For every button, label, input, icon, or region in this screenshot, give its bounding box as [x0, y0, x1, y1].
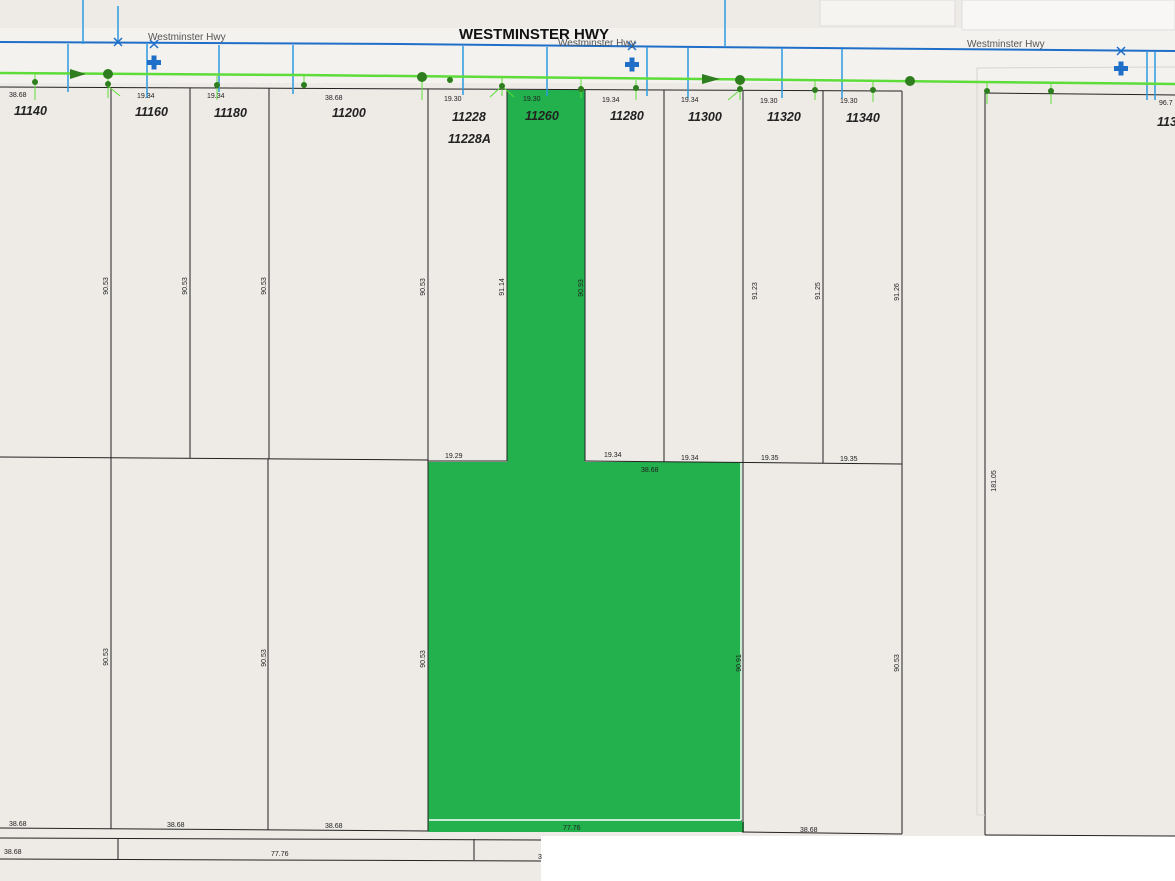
manhole-icon: [905, 76, 915, 86]
manhole-icon: [735, 75, 745, 85]
dimension-label: 38.68: [325, 95, 343, 102]
dimension-label: 19.30: [444, 96, 462, 103]
dimension-label: 38.68: [4, 849, 22, 856]
parcel-map[interactable]: WESTMINSTER HWY Westminster Hwy Westmins…: [0, 0, 1175, 881]
address-label: 11160: [135, 105, 168, 119]
address-label: 11200: [332, 106, 366, 120]
dimension-label: 19.34: [602, 97, 620, 104]
dimension-label: 3: [538, 854, 542, 861]
dimension-label: 19.30: [760, 98, 778, 105]
dimension-label: 77.76: [271, 851, 289, 858]
dimension-label: 90.53: [420, 650, 427, 668]
dimension-label: 91.14: [499, 278, 506, 296]
address-label: 11260: [525, 109, 559, 123]
dimension-label: 19.34: [604, 452, 622, 459]
dimension-label: 90.53: [261, 649, 268, 667]
dimension-label: 91.26: [894, 283, 901, 301]
dimension-label: 90.91: [736, 654, 743, 672]
dimension-label: 19.35: [840, 456, 858, 463]
dimension-label: 96.7: [1159, 100, 1173, 107]
dimension-label: 90.53: [103, 277, 110, 295]
dimension-label: 38.68: [9, 821, 27, 828]
dimension-label: 19.34: [207, 93, 225, 100]
address-label: 11340: [846, 111, 880, 125]
road-label-mid: Westminster Hwy: [558, 38, 636, 49]
dimension-label: 90.53: [103, 648, 110, 666]
address-label: 11140: [14, 104, 47, 118]
address-label: 11280: [610, 109, 644, 123]
dimension-label: 38.68: [641, 467, 659, 474]
address-label: 11228: [452, 110, 486, 124]
dimension-label: 91.23: [752, 282, 759, 300]
building-footprint: [961, 0, 1175, 31]
address-label: 11228A: [448, 132, 491, 146]
unloaded-area: [541, 836, 1175, 881]
dimension-label: 90.53: [894, 654, 901, 672]
dimension-label: 90.93: [578, 279, 585, 297]
dimension-label: 181.05: [991, 470, 998, 492]
dimension-label: 19.30: [840, 98, 858, 105]
dimension-label: 38.68: [325, 823, 343, 830]
dimension-label: 90.53: [261, 277, 268, 295]
dimension-label: 19.34: [681, 455, 699, 462]
address-label: 113: [1157, 115, 1175, 129]
dimension-label: 19.34: [137, 93, 155, 100]
dimension-label: 19.30: [523, 96, 541, 103]
dimension-label: 19.35: [761, 455, 779, 462]
highlighted-parcel-strip: [428, 822, 744, 832]
dimension-label: 19.29: [445, 453, 463, 460]
map-canvas: WESTMINSTER HWY Westminster Hwy Westmins…: [0, 0, 1175, 881]
dimension-label: 90.53: [182, 277, 189, 295]
dimension-label: 90.53: [420, 278, 427, 296]
dimension-label: 38.68: [800, 827, 818, 834]
address-label: 11180: [214, 106, 247, 120]
manhole-icon: [103, 69, 113, 79]
dimension-label: 91.25: [815, 282, 822, 300]
manhole-icon: [417, 72, 427, 82]
dimension-label: 77.76: [563, 825, 581, 832]
dimension-label: 19.34: [681, 97, 699, 104]
road-label-left: Westminster Hwy: [148, 32, 226, 43]
address-label: 11300: [688, 110, 722, 124]
road-label-right: Westminster Hwy: [967, 39, 1045, 50]
building-footprint: [819, 0, 956, 27]
dimension-label: 38.68: [9, 92, 27, 99]
dimension-label: 38.68: [167, 822, 185, 829]
address-label: 11320: [767, 110, 801, 124]
